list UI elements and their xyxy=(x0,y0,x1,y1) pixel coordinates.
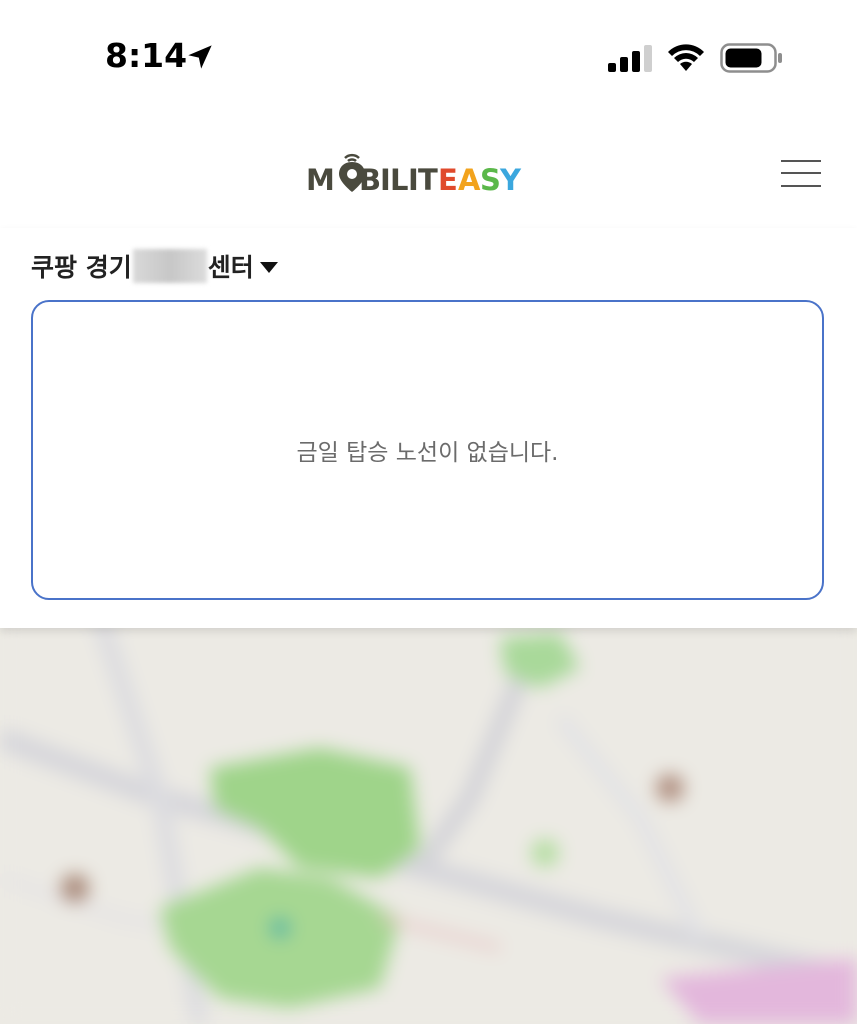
center-name-suffix: 센터 xyxy=(207,253,254,282)
app-screen: 8:14 MOBILITEASY xyxy=(0,0,857,1024)
empty-routes-message: 금일 탑승 노선이 없습니다. xyxy=(296,440,559,466)
mobiliteasy-logo[interactable]: MOBILITEASY xyxy=(306,152,552,196)
status-time: 8:14 xyxy=(105,36,188,75)
logo-letter: L xyxy=(390,163,408,196)
cellular-signal-icon xyxy=(608,45,652,72)
caret-down-icon xyxy=(259,261,278,273)
map-graphic xyxy=(0,618,857,1024)
wifi-icon xyxy=(668,44,704,71)
center-selector-dropdown[interactable]: 쿠팡 경기 센터 xyxy=(31,246,278,286)
status-bar: 8:14 xyxy=(0,0,857,120)
center-name-prefix: 쿠팡 경기 xyxy=(31,253,132,282)
logo-letter: S xyxy=(480,163,500,196)
battery-icon xyxy=(720,43,782,73)
route-panel: 쿠팡 경기 센터 금일 탑승 노선이 없습니다. xyxy=(0,228,857,628)
app-header: MOBILITEASY xyxy=(0,120,857,230)
logo-letter: I xyxy=(380,163,390,196)
location-arrow-icon xyxy=(188,45,212,69)
logo-letter: M xyxy=(306,163,334,196)
logo-letter: T xyxy=(418,163,438,196)
hamburger-menu-icon[interactable] xyxy=(781,158,823,190)
logo-letter: A xyxy=(458,163,481,196)
logo-letter: Y xyxy=(499,163,522,196)
redacted-text xyxy=(132,249,207,283)
route-list-box: 금일 탑승 노선이 없습니다. xyxy=(31,300,824,600)
logo-letter: E xyxy=(438,163,457,196)
logo-letter: I xyxy=(408,163,418,196)
map-view[interactable] xyxy=(0,618,857,1024)
